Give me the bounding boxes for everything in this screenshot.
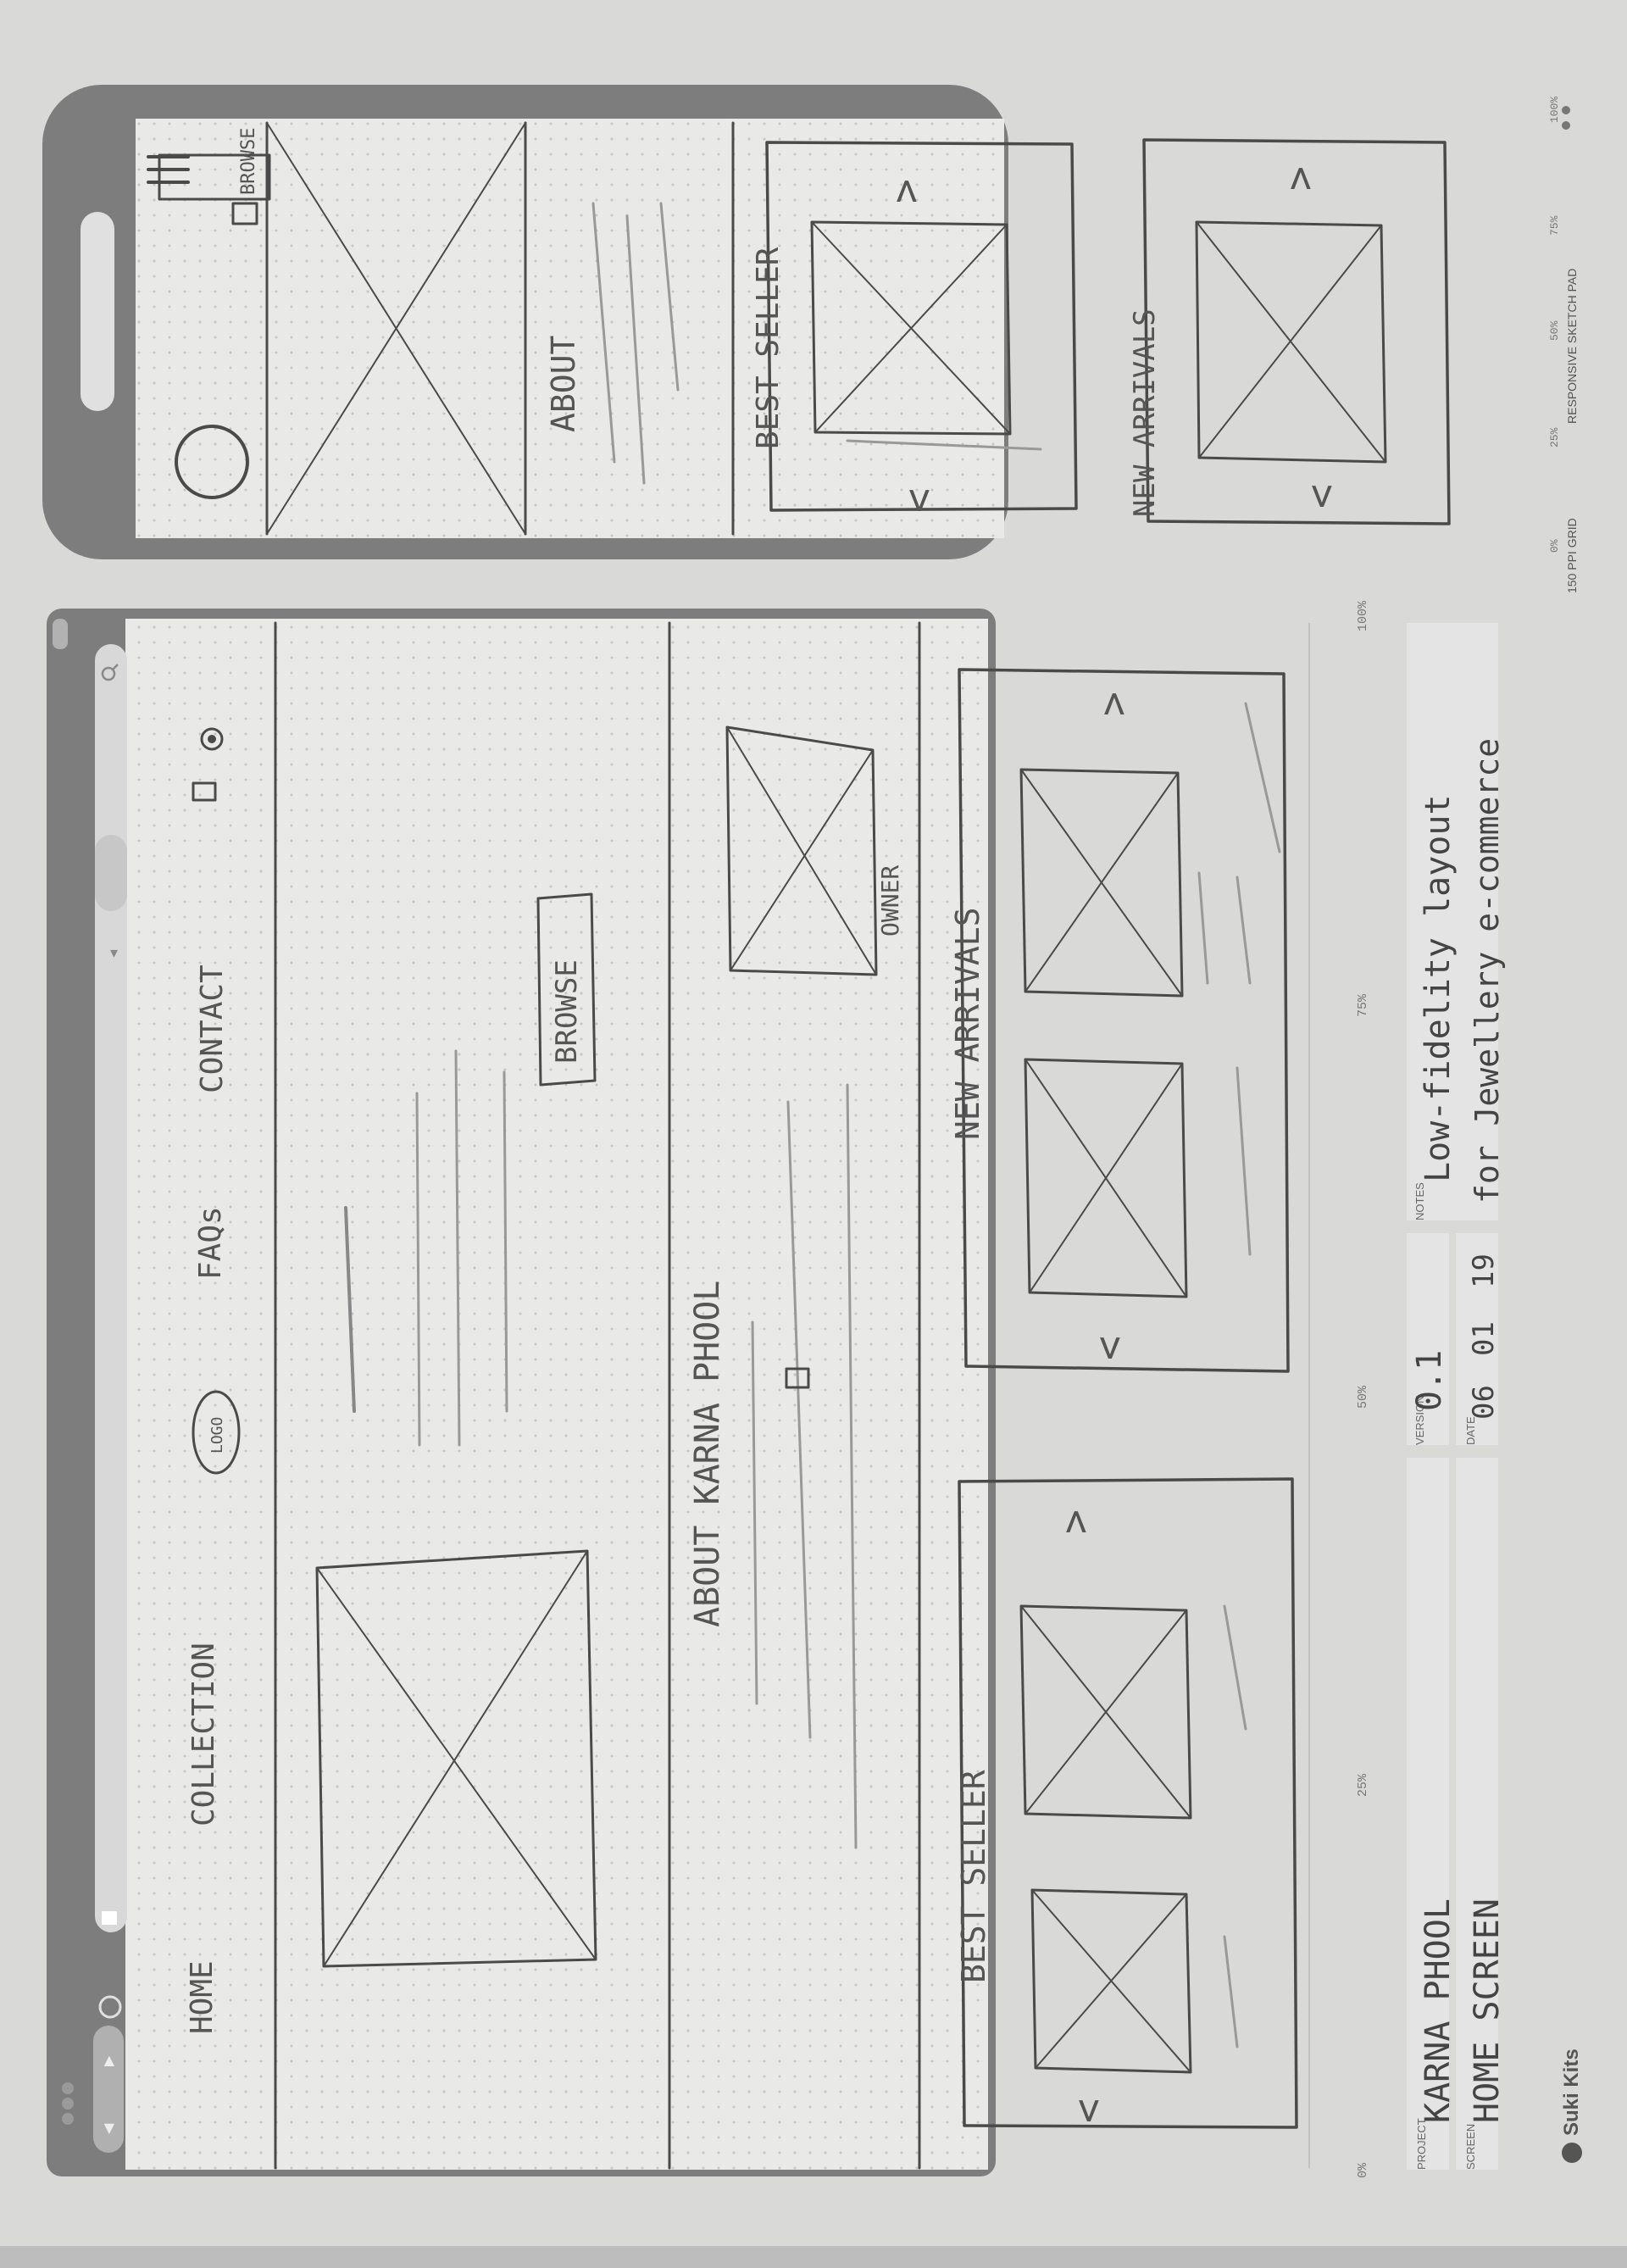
- screen-label: SCREEN: [1464, 2124, 1477, 2170]
- footer-dot: [1562, 121, 1570, 130]
- best-seller-heading: BEST SELLER: [955, 1770, 992, 1983]
- sketch-pad: ◀ ▶ ▾ HOME COLLECTION LOGO FAQs CONTACT …: [0, 0, 1627, 2268]
- screen-value: HOME SCREEN: [1468, 1898, 1507, 2123]
- notes-label: NOTES: [1413, 1182, 1426, 1220]
- mobile-best-seller-next-arrow[interactable]: >: [882, 179, 930, 203]
- version-value: 0.1: [1410, 1350, 1449, 1411]
- mobile-browse-button[interactable]: BROWSE: [238, 128, 259, 195]
- mobile-best-seller-prev-arrow[interactable]: <: [895, 488, 942, 513]
- nav-home[interactable]: HOME: [185, 1960, 219, 2034]
- nav-contact[interactable]: CONTACT: [195, 964, 230, 1093]
- mobile-ruler-tick-100: 100%: [1548, 97, 1561, 123]
- dropdown-icon[interactable]: ▾: [110, 944, 118, 962]
- about-heading: ABOUT KARNA PHOOL: [688, 1281, 727, 1627]
- best-seller-next-arrow[interactable]: >: [1052, 1509, 1099, 1534]
- date-year: 19: [1467, 1254, 1501, 1288]
- best-seller-prev-arrow[interactable]: <: [1064, 2098, 1112, 2123]
- nav-collection[interactable]: COLLECTION: [186, 1643, 221, 1826]
- window-control[interactable]: [53, 619, 68, 649]
- ruler-tick-50: 50%: [1356, 1385, 1370, 1409]
- window-dot: [62, 2098, 74, 2110]
- pad-name: RESPONSIVE SKETCH PAD: [1565, 269, 1579, 424]
- date-day: 06: [1467, 1385, 1501, 1420]
- mobile-ruler-tick-75: 75%: [1548, 215, 1561, 236]
- notes-line-1: Low-fidelity layout: [1419, 794, 1458, 1182]
- browser-frame: [47, 609, 996, 2176]
- mobile-about-heading: ABOUT: [545, 336, 582, 432]
- mobile-new-arrivals-prev-arrow[interactable]: <: [1297, 484, 1345, 509]
- new-arrivals-heading: NEW ARRIVALS: [949, 907, 986, 1140]
- mobile-best-seller-heading: BEST SELLER: [751, 247, 786, 449]
- new-arrivals-prev-arrow[interactable]: <: [1086, 1336, 1133, 1360]
- brand-name: Suki Kits: [1560, 2048, 1583, 2136]
- sketch-sheet: ◀ ▶ ▾ HOME COLLECTION LOGO FAQs CONTACT …: [0, 0, 1627, 2268]
- mobile-ruler-tick-50: 50%: [1548, 320, 1561, 341]
- suki-logo-icon: [1562, 2143, 1582, 2163]
- nav-logo[interactable]: LOGO: [208, 1417, 226, 1454]
- project-label: PROJECT: [1415, 2118, 1428, 2170]
- mobile-ruler-tick-0: 0%: [1548, 539, 1561, 553]
- grid-info: 150 PPI GRID: [1565, 518, 1579, 593]
- notes-line-2: for Jewellery e-commerce: [1469, 738, 1506, 1203]
- hero-browse-button[interactable]: BROWSE: [550, 959, 584, 1064]
- phone-speaker: [81, 212, 114, 411]
- project-value: KARNA PHOOL: [1419, 1898, 1458, 2123]
- nav-faqs[interactable]: FAQs: [193, 1206, 228, 1280]
- mobile-new-arrivals-next-arrow[interactable]: >: [1276, 166, 1324, 191]
- ruler-tick-100: 100%: [1356, 600, 1370, 631]
- search-field[interactable]: [95, 835, 127, 911]
- forward-icon: ▶: [100, 2055, 116, 2066]
- window-dot: [62, 2113, 74, 2125]
- window-dot: [62, 2082, 74, 2094]
- ruler-tick-25: 25%: [1356, 1773, 1370, 1797]
- page-icon: [102, 1911, 117, 1925]
- ruler-tick-0: 0%: [1356, 2162, 1370, 2178]
- owner-label: OWNER: [876, 865, 904, 937]
- date-label: DATE: [1464, 1416, 1477, 1445]
- ruler-tick-75: 75%: [1356, 993, 1370, 1017]
- back-icon: ◀: [100, 2123, 116, 2134]
- table-edge: [0, 2246, 1627, 2268]
- footer-dot: [1562, 106, 1570, 114]
- new-arrivals-next-arrow[interactable]: >: [1090, 692, 1137, 716]
- date-month: 01: [1467, 1321, 1501, 1356]
- mobile-new-arrivals-heading: NEW ARRIVALS: [1128, 309, 1162, 517]
- mobile-ruler-tick-25: 25%: [1548, 427, 1561, 447]
